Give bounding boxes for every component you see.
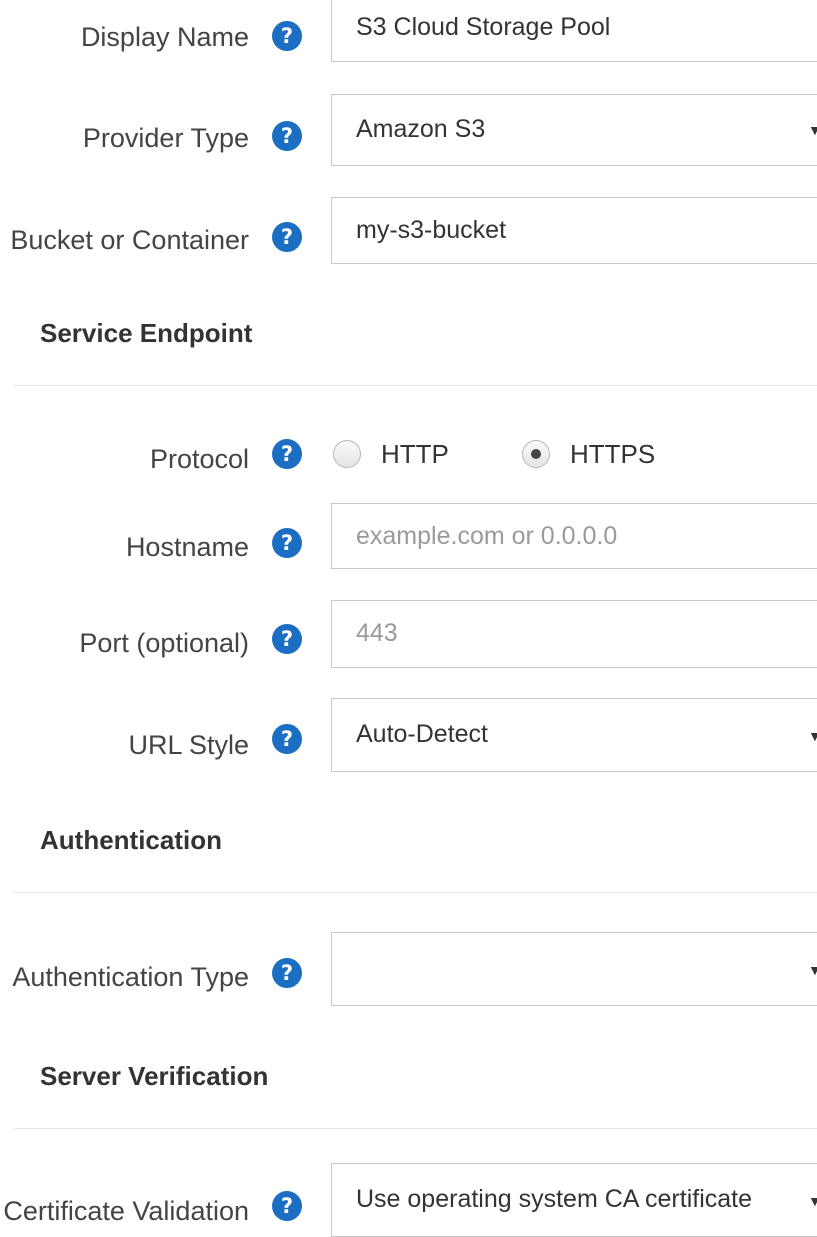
hostname-label: Hostname [125, 532, 249, 562]
url-style-select[interactable]: Auto-Detect ▼ [331, 698, 817, 772]
display-name-input[interactable]: S3 Cloud Storage Pool [331, 0, 817, 62]
protocol-label: Protocol [149, 444, 249, 474]
section-heading-server-verification: Server Verification [40, 1061, 269, 1091]
protocol-http-label[interactable]: HTTP [381, 438, 449, 470]
hostname-placeholder: example.com or 0.0.0.0 [356, 522, 618, 550]
hostname-input[interactable]: example.com or 0.0.0.0 [331, 503, 817, 569]
port-input[interactable]: 443 [331, 600, 817, 668]
question-circle-icon[interactable]: ? [272, 21, 302, 51]
question-circle-icon[interactable]: ? [272, 439, 302, 469]
divider [14, 385, 817, 386]
auth-type-select[interactable]: ▼ [331, 932, 817, 1006]
url-style-label: URL Style [128, 730, 249, 760]
question-circle-icon[interactable]: ? [272, 724, 302, 754]
question-circle-icon[interactable]: ? [272, 222, 302, 252]
protocol-https-label[interactable]: HTTPS [570, 438, 655, 470]
bucket-input[interactable]: my-s3-bucket [331, 197, 817, 264]
question-circle-icon[interactable]: ? [272, 528, 302, 558]
cert-validation-label: Certificate Validation [3, 1196, 249, 1226]
auth-type-label: Authentication Type [12, 962, 249, 992]
question-circle-icon[interactable]: ? [272, 958, 302, 988]
provider-type-select[interactable]: Amazon S3 ▼ [331, 94, 817, 166]
port-label: Port (optional) [79, 628, 249, 658]
divider [14, 1128, 817, 1129]
provider-type-value: Amazon S3 [356, 115, 486, 143]
url-style-value: Auto-Detect [356, 720, 489, 748]
question-circle-icon[interactable]: ? [272, 624, 302, 654]
provider-type-label: Provider Type [82, 123, 249, 153]
question-circle-icon[interactable]: ? [272, 121, 302, 151]
chevron-down-icon: ▼ [808, 962, 817, 978]
protocol-http-radio[interactable] [333, 440, 361, 468]
question-circle-icon[interactable]: ? [272, 1191, 302, 1221]
chevron-down-icon: ▼ [808, 1193, 817, 1209]
cert-validation-select[interactable]: Use operating system CA certificate ▼ [331, 1163, 817, 1237]
bucket-value: my-s3-bucket [356, 216, 507, 244]
port-placeholder: 443 [356, 619, 398, 647]
radio-selected-dot [531, 449, 541, 459]
divider [14, 892, 817, 893]
section-heading-service-endpoint: Service Endpoint [40, 318, 253, 348]
display-name-label: Display Name [80, 22, 249, 52]
chevron-down-icon: ▼ [808, 728, 817, 744]
section-heading-authentication: Authentication [40, 825, 222, 855]
display-name-value: S3 Cloud Storage Pool [356, 13, 611, 41]
chevron-down-icon: ▼ [808, 122, 817, 138]
protocol-https-radio[interactable] [522, 440, 550, 468]
bucket-label: Bucket or Container [10, 225, 249, 255]
cert-validation-value: Use operating system CA certificate [356, 1185, 752, 1213]
